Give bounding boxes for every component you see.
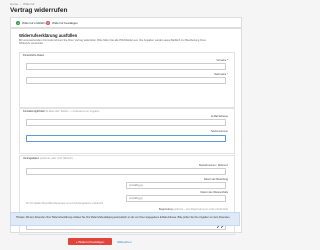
phone-input[interactable] xyxy=(26,135,226,142)
contract-legend: Vertragsdaten (optional, aber sehr hilfr… xyxy=(23,157,73,160)
contact-section: Kontaktmöglichkeit (E-Mail oder Telefon … xyxy=(19,108,235,154)
order-date-label: Datum der Bestellung xyxy=(203,178,228,181)
contact-legend-title: Kontaktmöglichkeit xyxy=(23,110,45,113)
contact-legend-note: (E-Mail oder Telefon – mindestens ein An… xyxy=(45,110,100,113)
contract-legend-title: Vertragsdaten xyxy=(23,157,40,160)
withdrawal-form-card: Widerrufserklärung ausfüllen Mit untenst… xyxy=(10,28,242,235)
email-label: E-Mail Adresse xyxy=(211,115,228,118)
progress-stepper: 1 Widerruf erstellen 2 Widerruf bestätig… xyxy=(10,17,242,28)
step-2-badge: 2 xyxy=(46,20,50,25)
contact-legend: Kontaktmöglichkeit (E-Mail oder Telefon … xyxy=(23,110,99,113)
delivery-date-input[interactable] xyxy=(126,195,226,202)
first-name-input[interactable] xyxy=(26,63,226,70)
contract-legend-note: (optional, aber sehr hilfreich) xyxy=(39,157,73,160)
order-date-input[interactable] xyxy=(126,182,226,189)
delivery-date-label: Datum des Warenerhalts xyxy=(200,191,228,194)
breadcrumb-item-current: Widerruf xyxy=(23,2,35,6)
notice-text: Hinweis: Mit dem Absenden Ihrer Widerruf… xyxy=(16,215,231,219)
breadcrumb-item-home[interactable]: Home xyxy=(10,2,18,6)
step-confirm: 2 Widerruf bestätigen xyxy=(46,20,78,25)
last-name-label: Nachname * xyxy=(214,73,228,76)
form-title: Widerrufserklärung ausfüllen xyxy=(19,33,78,38)
cancel-link[interactable]: Abbrechen xyxy=(117,240,132,244)
info-notice: Hinweis: Mit dem Absenden Ihrer Widerruf… xyxy=(10,212,240,226)
personal-data-section: Persönliche Daten Vorname * Nachname * xyxy=(19,52,235,108)
order-number-input[interactable] xyxy=(26,168,226,175)
form-intro: Mit untenstehendem Formular können Sie I… xyxy=(19,39,206,46)
page-title: Vertrag widerrufen xyxy=(10,7,68,14)
step-connector xyxy=(38,22,44,23)
order-number-label: Bestellnummer / Referenz xyxy=(199,164,228,167)
reason-label-note: (optional – eine Begründung ist nicht er… xyxy=(173,208,228,211)
delivery-date-hint: Nur für digitale Waren/Dienstleistungen … xyxy=(26,203,104,205)
personal-data-legend: Persönliche Daten xyxy=(23,54,45,57)
last-name-input[interactable] xyxy=(26,77,226,84)
first-name-label: Vorname * xyxy=(216,59,228,62)
page: Home › Widerruf Vertrag widerrufen 1 Wider… xyxy=(0,0,250,250)
step-2-label: Widerruf bestätigen xyxy=(52,20,79,25)
phone-label: Telefonnummer xyxy=(210,130,228,133)
reason-label-title: Begründung xyxy=(159,208,173,211)
breadcrumb-separator: › xyxy=(20,2,22,6)
step-1-badge: 1 xyxy=(16,20,20,25)
breadcrumb: Home › Widerruf xyxy=(10,2,34,6)
reason-label: Begründung (optional – eine Begründung i… xyxy=(159,208,228,211)
confirm-withdrawal-button[interactable]: » Widerruf bestätigen xyxy=(68,238,112,245)
email-input[interactable] xyxy=(26,119,226,126)
